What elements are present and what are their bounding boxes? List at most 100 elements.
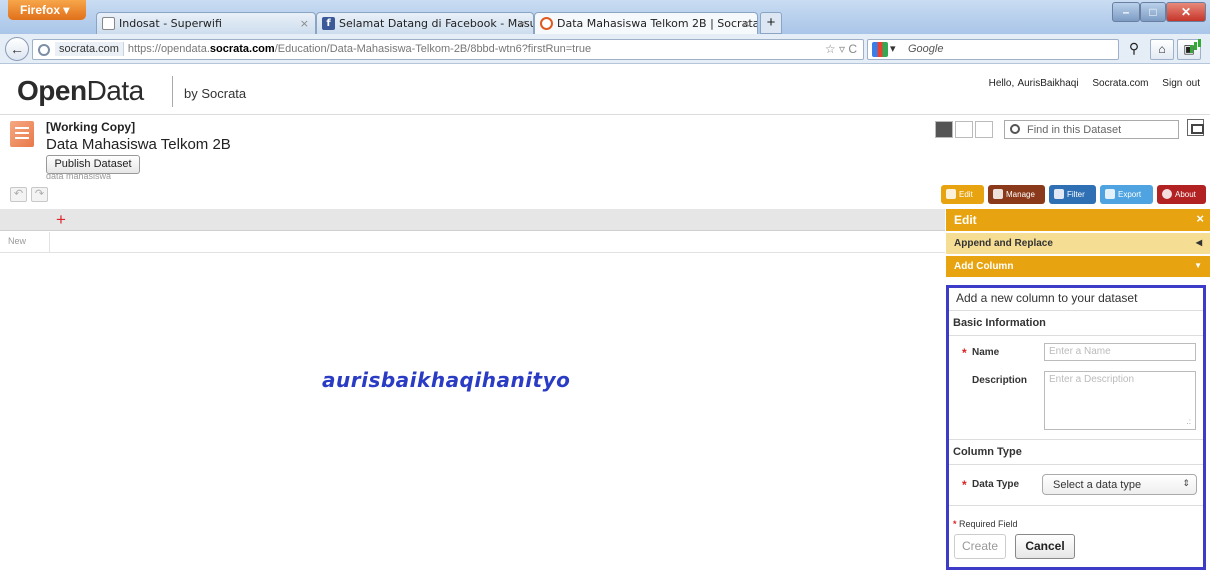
required-star-icon: * xyxy=(962,478,967,492)
select-arrows-icon: ⇕ xyxy=(1182,478,1190,488)
tab-title: Data Mahasiswa Telkom 2B | Socrata xyxy=(557,17,758,30)
divider xyxy=(949,505,1203,506)
back-button[interactable]: ← xyxy=(5,37,29,61)
undo-icon[interactable]: ↶ xyxy=(10,187,27,202)
opendata-logo[interactable]: OpenData xyxy=(17,75,144,107)
close-tab-icon[interactable]: × xyxy=(300,17,309,30)
addon-icon[interactable]: ▣ xyxy=(1177,39,1201,60)
name-placeholder: Enter a Name xyxy=(1049,346,1111,357)
data-type-value: Select a data type xyxy=(1053,479,1142,491)
url-bar[interactable]: socrata.com https://opendata.socrata.com/… xyxy=(32,39,864,60)
edit-label: Edit xyxy=(959,190,973,199)
search-bar[interactable]: ▾ Google xyxy=(867,39,1119,60)
new-row-label[interactable]: New xyxy=(8,236,26,246)
chevron-down-icon: ▼ xyxy=(1194,261,1202,270)
firefox-menu-button[interactable]: Firefox ▾ xyxy=(8,0,86,20)
export-button[interactable]: Export xyxy=(1100,185,1153,204)
close-tab-icon[interactable]: × xyxy=(742,17,751,30)
add-column-form: Add a new column to your dataset Basic I… xyxy=(946,285,1206,570)
minimize-button[interactable]: – xyxy=(1112,2,1140,22)
tab-indosat[interactable]: Indosat - Superwifi × xyxy=(96,12,316,34)
filter-label: Filter xyxy=(1067,190,1085,199)
edit-panel-title: Edit xyxy=(954,213,977,227)
name-label: Name xyxy=(972,347,1000,358)
append-replace-section[interactable]: Append and Replace ◀ xyxy=(946,233,1210,254)
required-star-icon: * xyxy=(962,346,967,360)
tab-title: Indosat - Superwifi xyxy=(119,17,222,30)
socrata-link[interactable]: Socrata.com xyxy=(1092,78,1148,89)
close-tab-icon[interactable]: × xyxy=(518,17,527,30)
publish-dataset-button[interactable]: Publish Dataset xyxy=(46,155,140,174)
form-intro: Add a new column to your dataset xyxy=(956,291,1138,305)
redo-icon[interactable]: ↷ xyxy=(31,187,48,202)
about-button[interactable]: About xyxy=(1157,185,1206,204)
google-icon[interactable] xyxy=(872,42,888,57)
description-textarea[interactable]: Enter a Description .: xyxy=(1044,371,1196,430)
required-field-text: Required Field xyxy=(959,519,1018,529)
add-column-plus-icon[interactable]: + xyxy=(56,210,66,230)
bookmark-star-icon[interactable]: ☆ ▿ C xyxy=(825,42,857,56)
tab-title: Selamat Datang di Facebook - Masuk... xyxy=(339,17,534,30)
table-row: New xyxy=(0,232,945,253)
site-identity-label[interactable]: socrata.com xyxy=(55,42,124,56)
filter-icon xyxy=(1054,189,1064,199)
close-icon[interactable]: × xyxy=(1196,211,1204,226)
find-placeholder: Find in this Dataset xyxy=(1027,124,1122,136)
cancel-button[interactable]: Cancel xyxy=(1015,534,1075,559)
chevron-left-icon: ◀ xyxy=(1195,238,1202,247)
manage-label: Manage xyxy=(1006,190,1035,199)
row-divider xyxy=(49,232,50,253)
hello-user[interactable]: Hello, AurisBaikhaqi xyxy=(989,78,1079,89)
info-icon xyxy=(1162,189,1172,199)
search-icon xyxy=(1010,124,1020,134)
divider xyxy=(949,464,1203,465)
url-prefix: https://opendata. xyxy=(127,43,210,55)
grid-header: + xyxy=(0,209,945,231)
fullscreen-icon[interactable] xyxy=(1187,119,1204,136)
add-column-section[interactable]: Add Column ▼ xyxy=(946,256,1210,277)
maximize-button[interactable]: □ xyxy=(1140,2,1166,22)
new-tab-button[interactable]: + xyxy=(760,12,782,34)
close-window-button[interactable]: ✕ xyxy=(1166,2,1206,22)
pencil-icon xyxy=(946,189,956,199)
divider xyxy=(949,310,1203,311)
signal-icon xyxy=(1190,45,1193,53)
description-placeholder: Enter a Description xyxy=(1049,374,1135,385)
append-replace-label: Append and Replace xyxy=(954,238,1053,249)
sign-out-link[interactable]: Sign out xyxy=(1162,78,1200,89)
page-icon xyxy=(102,17,115,30)
search-placeholder: Google xyxy=(908,43,944,55)
site-header: OpenData by Socrata Hello, AurisBaikhaqi… xyxy=(0,65,1210,115)
name-input[interactable]: Enter a Name xyxy=(1044,343,1196,361)
column-type-heading: Column Type xyxy=(953,446,1022,458)
edit-panel-header: Edit × xyxy=(946,209,1210,231)
list-view-icon[interactable] xyxy=(955,121,973,138)
facebook-icon: f xyxy=(322,17,335,30)
dataset-edit-icon xyxy=(10,121,34,147)
resize-handle-icon[interactable]: .: xyxy=(1187,417,1191,426)
create-button[interactable]: Create xyxy=(954,534,1006,559)
required-field-note: * Required Field xyxy=(953,519,1018,529)
grid-view-icon[interactable] xyxy=(935,121,953,138)
home-icon[interactable]: ⌂ xyxy=(1150,39,1174,60)
dataset-title: Data Mahasiswa Telkom 2B xyxy=(46,136,231,153)
data-type-select[interactable]: Select a data type ⇕ xyxy=(1042,474,1197,495)
watermark-text: aurisbaikhaqihanityo xyxy=(322,368,571,392)
filter-button[interactable]: Filter xyxy=(1049,185,1096,204)
by-socrata-label: by Socrata xyxy=(184,86,247,101)
site-identity-icon[interactable] xyxy=(38,44,50,56)
manage-button[interactable]: Manage xyxy=(988,185,1045,204)
socrata-icon xyxy=(540,17,553,30)
find-in-dataset-input[interactable]: Find in this Dataset xyxy=(1004,120,1179,139)
chevron-down-icon: ▾ xyxy=(890,43,896,55)
url-path: /Education/Data-Mahasiswa-Telkom-2B/8bbd… xyxy=(274,43,592,55)
about-label: About xyxy=(1175,190,1196,199)
data-type-label: Data Type xyxy=(972,479,1020,490)
export-icon xyxy=(1105,189,1115,199)
navigation-bar: ← socrata.com https://opendata.socrata.co… xyxy=(0,34,1210,64)
tab-socrata[interactable]: Data Mahasiswa Telkom 2B | Socrata × xyxy=(534,12,758,34)
edit-button[interactable]: Edit xyxy=(941,185,984,204)
tab-facebook[interactable]: f Selamat Datang di Facebook - Masuk... … xyxy=(316,12,534,34)
search-magnifier-icon[interactable]: ⚲ xyxy=(1122,39,1146,60)
page-view-icon[interactable] xyxy=(975,121,993,138)
